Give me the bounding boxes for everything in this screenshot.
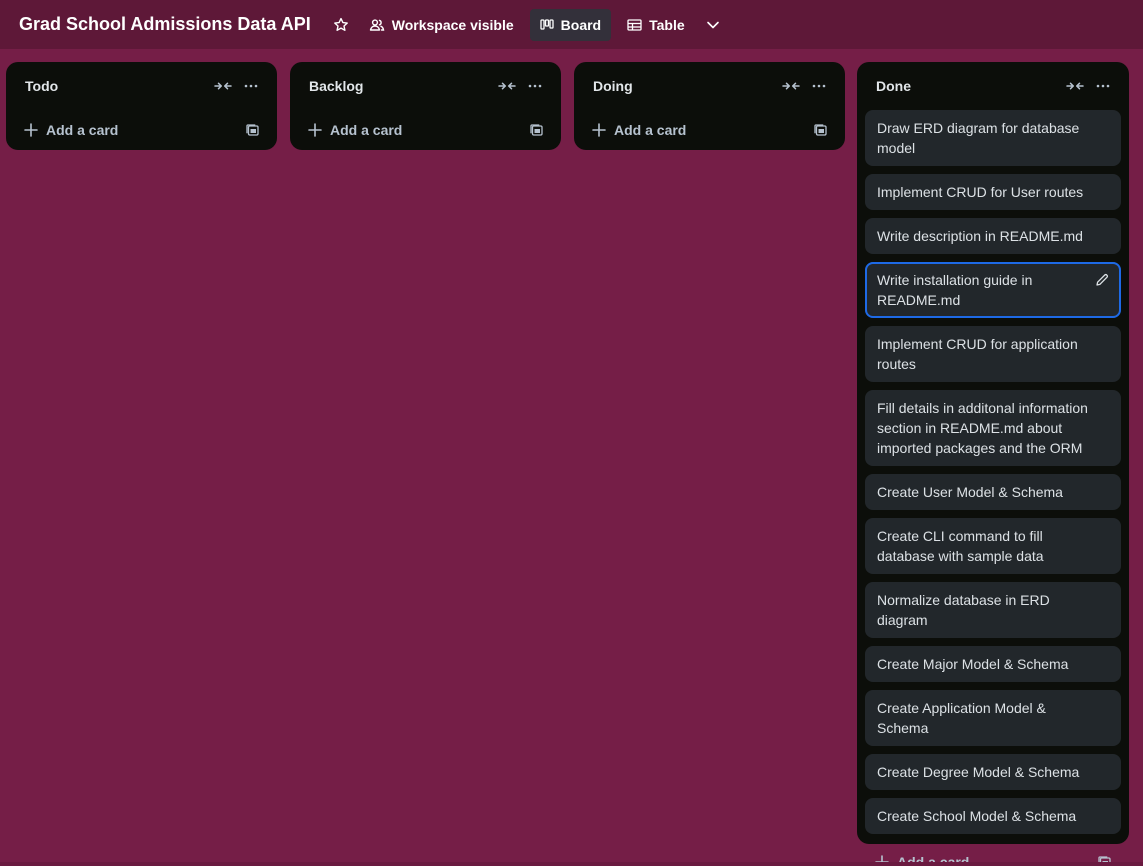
- plus-icon: [592, 123, 606, 137]
- card[interactable]: Create CLI command to fill database with…: [865, 518, 1121, 574]
- collapse-icon: [498, 82, 516, 90]
- pencil-icon[interactable]: [1095, 273, 1109, 287]
- add-card-row: Add a card: [290, 110, 561, 150]
- card-selected[interactable]: Write installation guide in README.md: [865, 262, 1121, 318]
- card-title: Create Application Model & Schema: [877, 700, 1046, 736]
- card-title: Create School Model & Schema: [877, 808, 1077, 824]
- card-title: Create CLI command to fill database with…: [877, 528, 1044, 564]
- workspace-visibility-label: Workspace visible: [391, 16, 514, 33]
- list-title[interactable]: Backlog: [309, 78, 493, 94]
- horizontal-scrollbar[interactable]: [0, 862, 1143, 866]
- list-title[interactable]: Doing: [593, 78, 777, 94]
- card-title: Create User Model & Schema: [877, 484, 1063, 500]
- more-horizontal-icon: [528, 84, 542, 88]
- card[interactable]: Create Degree Model & Schema: [865, 754, 1121, 790]
- list-header: Doing: [574, 62, 845, 110]
- card[interactable]: Create User Model & Schema: [865, 474, 1121, 510]
- chevron-down-icon: [706, 21, 719, 28]
- card-title: Write installation guide in README.md: [877, 272, 1033, 308]
- template-icon: [813, 124, 827, 136]
- table-view-label: Table: [649, 16, 685, 33]
- board-icon: [540, 18, 554, 30]
- list-todo: Todo Add a card: [6, 62, 277, 150]
- list-actions-button[interactable]: [237, 72, 265, 100]
- workspace-visibility-button[interactable]: Workspace visible: [359, 9, 524, 41]
- add-card-label: Add a card: [330, 122, 403, 138]
- table-view-button[interactable]: Table: [617, 9, 695, 41]
- create-from-template-button[interactable]: [241, 119, 263, 141]
- collapse-list-button[interactable]: [209, 72, 237, 100]
- card-list: Draw ERD diagram for database model Impl…: [857, 110, 1129, 834]
- add-card-label: Add a card: [46, 122, 119, 138]
- collapse-icon: [1066, 82, 1084, 90]
- board-view-button[interactable]: Board: [529, 8, 612, 41]
- more-views-button[interactable]: [697, 9, 729, 41]
- list-title[interactable]: Todo: [25, 78, 209, 94]
- card-title: Fill details in additonal information se…: [877, 400, 1088, 456]
- more-horizontal-icon: [1096, 84, 1110, 88]
- collapse-icon: [214, 82, 232, 90]
- collapse-list-button[interactable]: [493, 72, 521, 100]
- template-icon: [245, 124, 259, 136]
- collapse-list-button[interactable]: [777, 72, 805, 100]
- list-actions-button[interactable]: [805, 72, 833, 100]
- collapse-icon: [782, 82, 800, 90]
- card-title: Create Major Model & Schema: [877, 656, 1069, 672]
- card-title: Create Degree Model & Schema: [877, 764, 1080, 780]
- more-horizontal-icon: [244, 84, 258, 88]
- card[interactable]: Create Major Model & Schema: [865, 646, 1121, 682]
- plus-icon: [24, 123, 38, 137]
- list-done: Done Draw ERD diagram for database model…: [857, 62, 1129, 866]
- card[interactable]: Normalize database in ERD diagram: [865, 582, 1121, 638]
- more-horizontal-icon: [812, 84, 826, 88]
- table-icon: [627, 18, 642, 31]
- board-title[interactable]: Grad School Admissions Data API: [19, 14, 311, 35]
- card[interactable]: Implement CRUD for application routes: [865, 326, 1121, 382]
- create-from-template-button[interactable]: [809, 119, 831, 141]
- add-card-button[interactable]: Add a card: [22, 114, 241, 146]
- list-doing: Doing Add a card: [574, 62, 845, 150]
- plus-icon: [308, 123, 322, 137]
- card-title: Write description in README.md: [877, 228, 1083, 244]
- list-actions-button[interactable]: [1089, 72, 1117, 100]
- add-card-button[interactable]: Add a card: [306, 114, 525, 146]
- card-title: Normalize database in ERD diagram: [877, 592, 1050, 628]
- add-card-row: Add a card: [6, 110, 277, 150]
- star-icon: [333, 17, 348, 31]
- list-header: Done: [857, 62, 1129, 110]
- add-card-button[interactable]: Add a card: [590, 114, 809, 146]
- list-actions-button[interactable]: [521, 72, 549, 100]
- create-from-template-button[interactable]: [525, 119, 547, 141]
- card-title: Implement CRUD for User routes: [877, 184, 1084, 200]
- card[interactable]: Draw ERD diagram for database model: [865, 110, 1121, 166]
- card-title: Draw ERD diagram for database model: [877, 120, 1080, 156]
- board-header: Grad School Admissions Data API Workspac…: [0, 0, 1143, 49]
- card[interactable]: Create School Model & Schema: [865, 798, 1121, 834]
- card[interactable]: Implement CRUD for User routes: [865, 174, 1121, 210]
- template-icon: [529, 124, 543, 136]
- card[interactable]: Write description in README.md: [865, 218, 1121, 254]
- list-title[interactable]: Done: [876, 78, 1061, 94]
- list-header: Backlog: [290, 62, 561, 110]
- list-backlog: Backlog Add a card: [290, 62, 561, 150]
- card[interactable]: Fill details in additonal information se…: [865, 390, 1121, 466]
- board-view-label: Board: [560, 16, 602, 33]
- star-board-button[interactable]: [325, 9, 357, 41]
- list-header: Todo: [6, 62, 277, 110]
- collapse-list-button[interactable]: [1061, 72, 1089, 100]
- add-card-row: Add a card: [574, 110, 845, 150]
- card-title: Implement CRUD for application routes: [877, 336, 1078, 372]
- card[interactable]: Create Application Model & Schema: [865, 690, 1121, 746]
- add-card-label: Add a card: [614, 122, 687, 138]
- people-icon: [369, 18, 385, 31]
